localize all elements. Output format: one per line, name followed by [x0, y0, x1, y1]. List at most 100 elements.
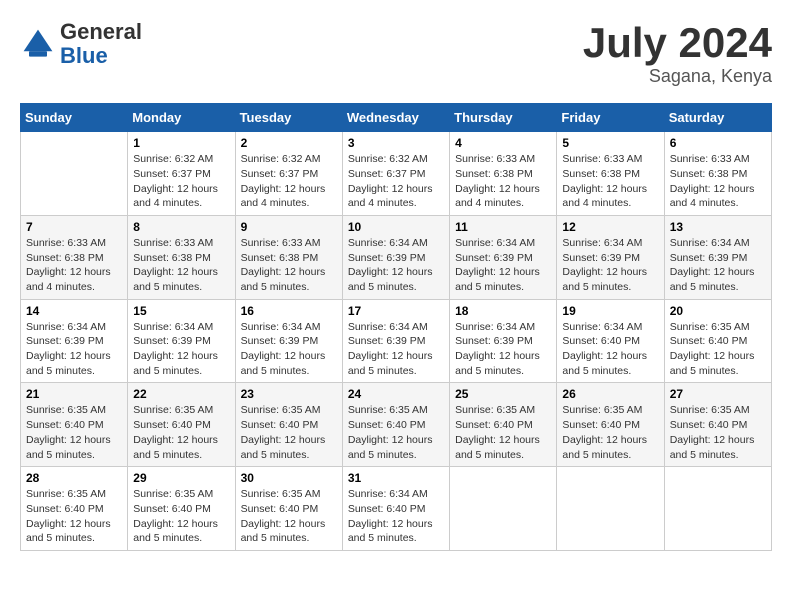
- day-info: Sunrise: 6:34 AMSunset: 6:39 PMDaylight:…: [241, 320, 337, 379]
- calendar-week-0: 1 Sunrise: 6:32 AMSunset: 6:37 PMDaylight…: [21, 132, 772, 216]
- day-number: 18: [455, 304, 551, 318]
- day-number: 9: [241, 220, 337, 234]
- calendar-cell: 24 Sunrise: 6:35 AMSunset: 6:40 PMDayligh…: [342, 383, 449, 467]
- weekday-header-monday: Monday: [128, 104, 235, 132]
- day-info: Sunrise: 6:35 AMSunset: 6:40 PMDaylight:…: [562, 403, 658, 462]
- logo-text: General Blue: [60, 20, 142, 68]
- calendar-cell: 9 Sunrise: 6:33 AMSunset: 6:38 PMDaylight…: [235, 215, 342, 299]
- day-info: Sunrise: 6:34 AMSunset: 6:39 PMDaylight:…: [455, 236, 551, 295]
- day-number: 12: [562, 220, 658, 234]
- day-info: Sunrise: 6:35 AMSunset: 6:40 PMDaylight:…: [348, 403, 444, 462]
- day-number: 2: [241, 136, 337, 150]
- day-number: 8: [133, 220, 229, 234]
- calendar-cell: 17 Sunrise: 6:34 AMSunset: 6:39 PMDayligh…: [342, 299, 449, 383]
- calendar-cell: 30 Sunrise: 6:35 AMSunset: 6:40 PMDayligh…: [235, 467, 342, 551]
- calendar-week-1: 7Sunrise: 6:33 AMSunset: 6:38 PMDaylight…: [21, 215, 772, 299]
- day-number: 30: [241, 471, 337, 485]
- day-number: 24: [348, 387, 444, 401]
- calendar-cell: 23Sunrise: 6:35 AMSunset: 6:40 PMDayligh…: [235, 383, 342, 467]
- calendar-cell: 26 Sunrise: 6:35 AMSunset: 6:40 PMDayligh…: [557, 383, 664, 467]
- day-number: 6: [670, 136, 766, 150]
- day-number: 13: [670, 220, 766, 234]
- calendar-cell: 12 Sunrise: 6:34 AMSunset: 6:39 PMDayligh…: [557, 215, 664, 299]
- calendar-cell: 5 Sunrise: 6:33 AMSunset: 6:38 PMDaylight…: [557, 132, 664, 216]
- weekday-header-friday: Friday: [557, 104, 664, 132]
- day-number: 31: [348, 471, 444, 485]
- calendar-cell: 14 Sunrise: 6:34 AMSunset: 6:39 PMDayligh…: [21, 299, 128, 383]
- day-info: Sunrise: 6:34 AMSunset: 6:39 PMDaylight:…: [670, 236, 766, 295]
- day-info: Sunrise: 6:34 AMSunset: 6:39 PMDaylight:…: [562, 236, 658, 295]
- day-info: Sunrise: 6:32 AMSunset: 6:37 PMDaylight:…: [348, 152, 444, 211]
- calendar-cell: 6 Sunrise: 6:33 AMSunset: 6:38 PMDaylight…: [664, 132, 771, 216]
- day-number: 14: [26, 304, 122, 318]
- calendar-cell: 18 Sunrise: 6:34 AMSunset: 6:39 PMDayligh…: [450, 299, 557, 383]
- calendar-cell: [664, 467, 771, 551]
- day-number: 3: [348, 136, 444, 150]
- calendar-cell: 31Sunrise: 6:34 AMSunset: 6:40 PMDayligh…: [342, 467, 449, 551]
- calendar-cell: [557, 467, 664, 551]
- logo-icon: [20, 26, 56, 62]
- calendar-cell: 16 Sunrise: 6:34 AMSunset: 6:39 PMDayligh…: [235, 299, 342, 383]
- weekday-header-saturday: Saturday: [664, 104, 771, 132]
- calendar-cell: [21, 132, 128, 216]
- day-number: 21: [26, 387, 122, 401]
- day-number: 26: [562, 387, 658, 401]
- day-number: 11: [455, 220, 551, 234]
- day-info: Sunrise: 6:35 AMSunset: 6:40 PMDaylight:…: [670, 320, 766, 379]
- day-number: 16: [241, 304, 337, 318]
- weekday-header-thursday: Thursday: [450, 104, 557, 132]
- day-info: Sunrise: 6:35 AMSunset: 6:40 PMDaylight:…: [670, 403, 766, 462]
- day-number: 5: [562, 136, 658, 150]
- calendar-cell: 4 Sunrise: 6:33 AMSunset: 6:38 PMDaylight…: [450, 132, 557, 216]
- logo-general: General: [60, 19, 142, 44]
- day-info: Sunrise: 6:34 AMSunset: 6:39 PMDaylight:…: [348, 236, 444, 295]
- day-info: Sunrise: 6:35 AMSunset: 6:40 PMDaylight:…: [26, 487, 122, 546]
- calendar-cell: 19Sunrise: 6:34 AMSunset: 6:40 PMDayligh…: [557, 299, 664, 383]
- day-info: Sunrise: 6:34 AMSunset: 6:39 PMDaylight:…: [26, 320, 122, 379]
- calendar-cell: 15 Sunrise: 6:34 AMSunset: 6:39 PMDayligh…: [128, 299, 235, 383]
- calendar-cell: 20 Sunrise: 6:35 AMSunset: 6:40 PMDayligh…: [664, 299, 771, 383]
- weekday-header-wednesday: Wednesday: [342, 104, 449, 132]
- day-info: Sunrise: 6:34 AMSunset: 6:40 PMDaylight:…: [562, 320, 658, 379]
- calendar-week-3: 21 Sunrise: 6:35 AMSunset: 6:40 PMDayligh…: [21, 383, 772, 467]
- calendar-cell: 10Sunrise: 6:34 AMSunset: 6:39 PMDayligh…: [342, 215, 449, 299]
- weekday-header-sunday: Sunday: [21, 104, 128, 132]
- calendar-body: 1 Sunrise: 6:32 AMSunset: 6:37 PMDaylight…: [21, 132, 772, 551]
- calendar-cell: 3 Sunrise: 6:32 AMSunset: 6:37 PMDaylight…: [342, 132, 449, 216]
- calendar-table: SundayMondayTuesdayWednesdayThursdayFrid…: [20, 103, 772, 551]
- day-info: Sunrise: 6:33 AMSunset: 6:38 PMDaylight:…: [562, 152, 658, 211]
- day-info: Sunrise: 6:35 AMSunset: 6:40 PMDaylight:…: [133, 403, 229, 462]
- weekday-header-tuesday: Tuesday: [235, 104, 342, 132]
- day-info: Sunrise: 6:33 AMSunset: 6:38 PMDaylight:…: [455, 152, 551, 211]
- day-info: Sunrise: 6:34 AMSunset: 6:39 PMDaylight:…: [348, 320, 444, 379]
- day-number: 27: [670, 387, 766, 401]
- calendar-cell: 21 Sunrise: 6:35 AMSunset: 6:40 PMDayligh…: [21, 383, 128, 467]
- calendar-cell: 8Sunrise: 6:33 AMSunset: 6:38 PMDaylight…: [128, 215, 235, 299]
- day-info: Sunrise: 6:33 AMSunset: 6:38 PMDaylight:…: [670, 152, 766, 211]
- day-info: Sunrise: 6:33 AMSunset: 6:38 PMDaylight:…: [241, 236, 337, 295]
- day-info: Sunrise: 6:35 AMSunset: 6:40 PMDaylight:…: [241, 487, 337, 546]
- calendar-cell: 28 Sunrise: 6:35 AMSunset: 6:40 PMDayligh…: [21, 467, 128, 551]
- day-info: Sunrise: 6:33 AMSunset: 6:38 PMDaylight:…: [26, 236, 122, 295]
- page-header: General Blue July 2024 Sagana, Kenya: [20, 20, 772, 87]
- day-info: Sunrise: 6:32 AMSunset: 6:37 PMDaylight:…: [133, 152, 229, 211]
- calendar-cell: 2 Sunrise: 6:32 AMSunset: 6:37 PMDaylight…: [235, 132, 342, 216]
- day-number: 4: [455, 136, 551, 150]
- day-number: 15: [133, 304, 229, 318]
- month-title: July 2024: [583, 20, 772, 66]
- calendar-cell: 11 Sunrise: 6:34 AMSunset: 6:39 PMDayligh…: [450, 215, 557, 299]
- day-number: 1: [133, 136, 229, 150]
- calendar-cell: 27 Sunrise: 6:35 AMSunset: 6:40 PMDayligh…: [664, 383, 771, 467]
- calendar-cell: 7Sunrise: 6:33 AMSunset: 6:38 PMDaylight…: [21, 215, 128, 299]
- calendar-cell: 13 Sunrise: 6:34 AMSunset: 6:39 PMDayligh…: [664, 215, 771, 299]
- day-info: Sunrise: 6:35 AMSunset: 6:40 PMDaylight:…: [26, 403, 122, 462]
- day-info: Sunrise: 6:32 AMSunset: 6:37 PMDaylight:…: [241, 152, 337, 211]
- day-number: 20: [670, 304, 766, 318]
- day-info: Sunrise: 6:34 AMSunset: 6:39 PMDaylight:…: [455, 320, 551, 379]
- calendar-cell: 1 Sunrise: 6:32 AMSunset: 6:37 PMDaylight…: [128, 132, 235, 216]
- day-info: Sunrise: 6:34 AMSunset: 6:39 PMDaylight:…: [133, 320, 229, 379]
- day-number: 17: [348, 304, 444, 318]
- day-number: 25: [455, 387, 551, 401]
- day-number: 23: [241, 387, 337, 401]
- day-number: 28: [26, 471, 122, 485]
